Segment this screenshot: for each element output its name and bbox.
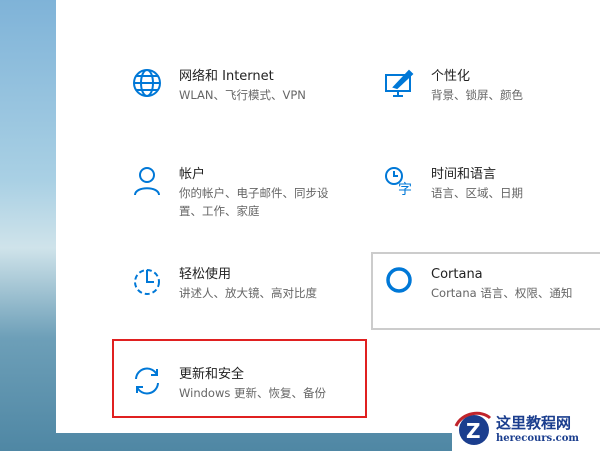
tile-ease-of-access[interactable]: 轻松使用讲述人、放大镜、高对比度 — [132, 266, 339, 302]
tile-title: 个性化 — [431, 69, 471, 84]
tile-accounts[interactable]: 帐户你的帐户、电子邮件、同步设置、工作、家庭 — [132, 166, 329, 220]
cortana-icon — [386, 267, 412, 293]
tile-subtitle: WLAN、飞行模式、VPN — [179, 88, 306, 102]
tile-title: 更新和安全 — [179, 367, 245, 382]
tile-subtitle: 讲述人、放大镜、高对比度 — [179, 286, 317, 300]
personalization-icon — [385, 69, 414, 97]
svg-text:Z: Z — [466, 419, 481, 443]
time-language-icon: 字 — [385, 167, 412, 196]
watermark-url: herecours.com — [496, 433, 580, 444]
tile-network[interactable]: 网络和 Internet WLAN、飞行模式、VPN — [132, 68, 339, 104]
tile-title: 时间和语言 — [431, 167, 497, 182]
tile-subtitle: 你的帐户、电子邮件、同步设置、工作、家庭 — [179, 186, 329, 218]
watermark-name: 这里教程网 — [496, 414, 572, 432]
tile-title: 网络和 Internet — [179, 69, 274, 84]
tile-title: 轻松使用 — [179, 267, 232, 282]
tile-personalization[interactable]: 个性化背景、锁屏、颜色 — [384, 68, 591, 104]
watermark-logo: Z 这里教程网 herecours.com — [452, 405, 600, 451]
svg-text:字: 字 — [398, 182, 412, 196]
tile-title: 帐户 — [179, 167, 206, 182]
watermark-z-icon: Z — [454, 411, 492, 445]
tile-update-security[interactable]: 更新和安全 Windows 更新、恢复、备份 — [132, 366, 359, 402]
person-icon — [134, 167, 160, 196]
tile-subtitle: Cortana 语言、权限、通知 — [431, 286, 573, 300]
ease-of-access-icon — [134, 269, 160, 295]
tile-subtitle: 背景、锁屏、颜色 — [431, 88, 523, 102]
tile-title: Cortana — [431, 267, 483, 282]
tile-subtitle: Windows 更新、恢复、备份 — [179, 386, 326, 400]
tile-time-language[interactable]: 字 时间和语言语言、区域、日期 — [384, 166, 591, 202]
tile-subtitle: 语言、区域、日期 — [431, 186, 523, 200]
tile-cortana[interactable]: Cortana Cortana 语言、权限、通知 — [384, 266, 591, 302]
update-icon — [135, 367, 159, 395]
globe-icon — [133, 69, 161, 97]
